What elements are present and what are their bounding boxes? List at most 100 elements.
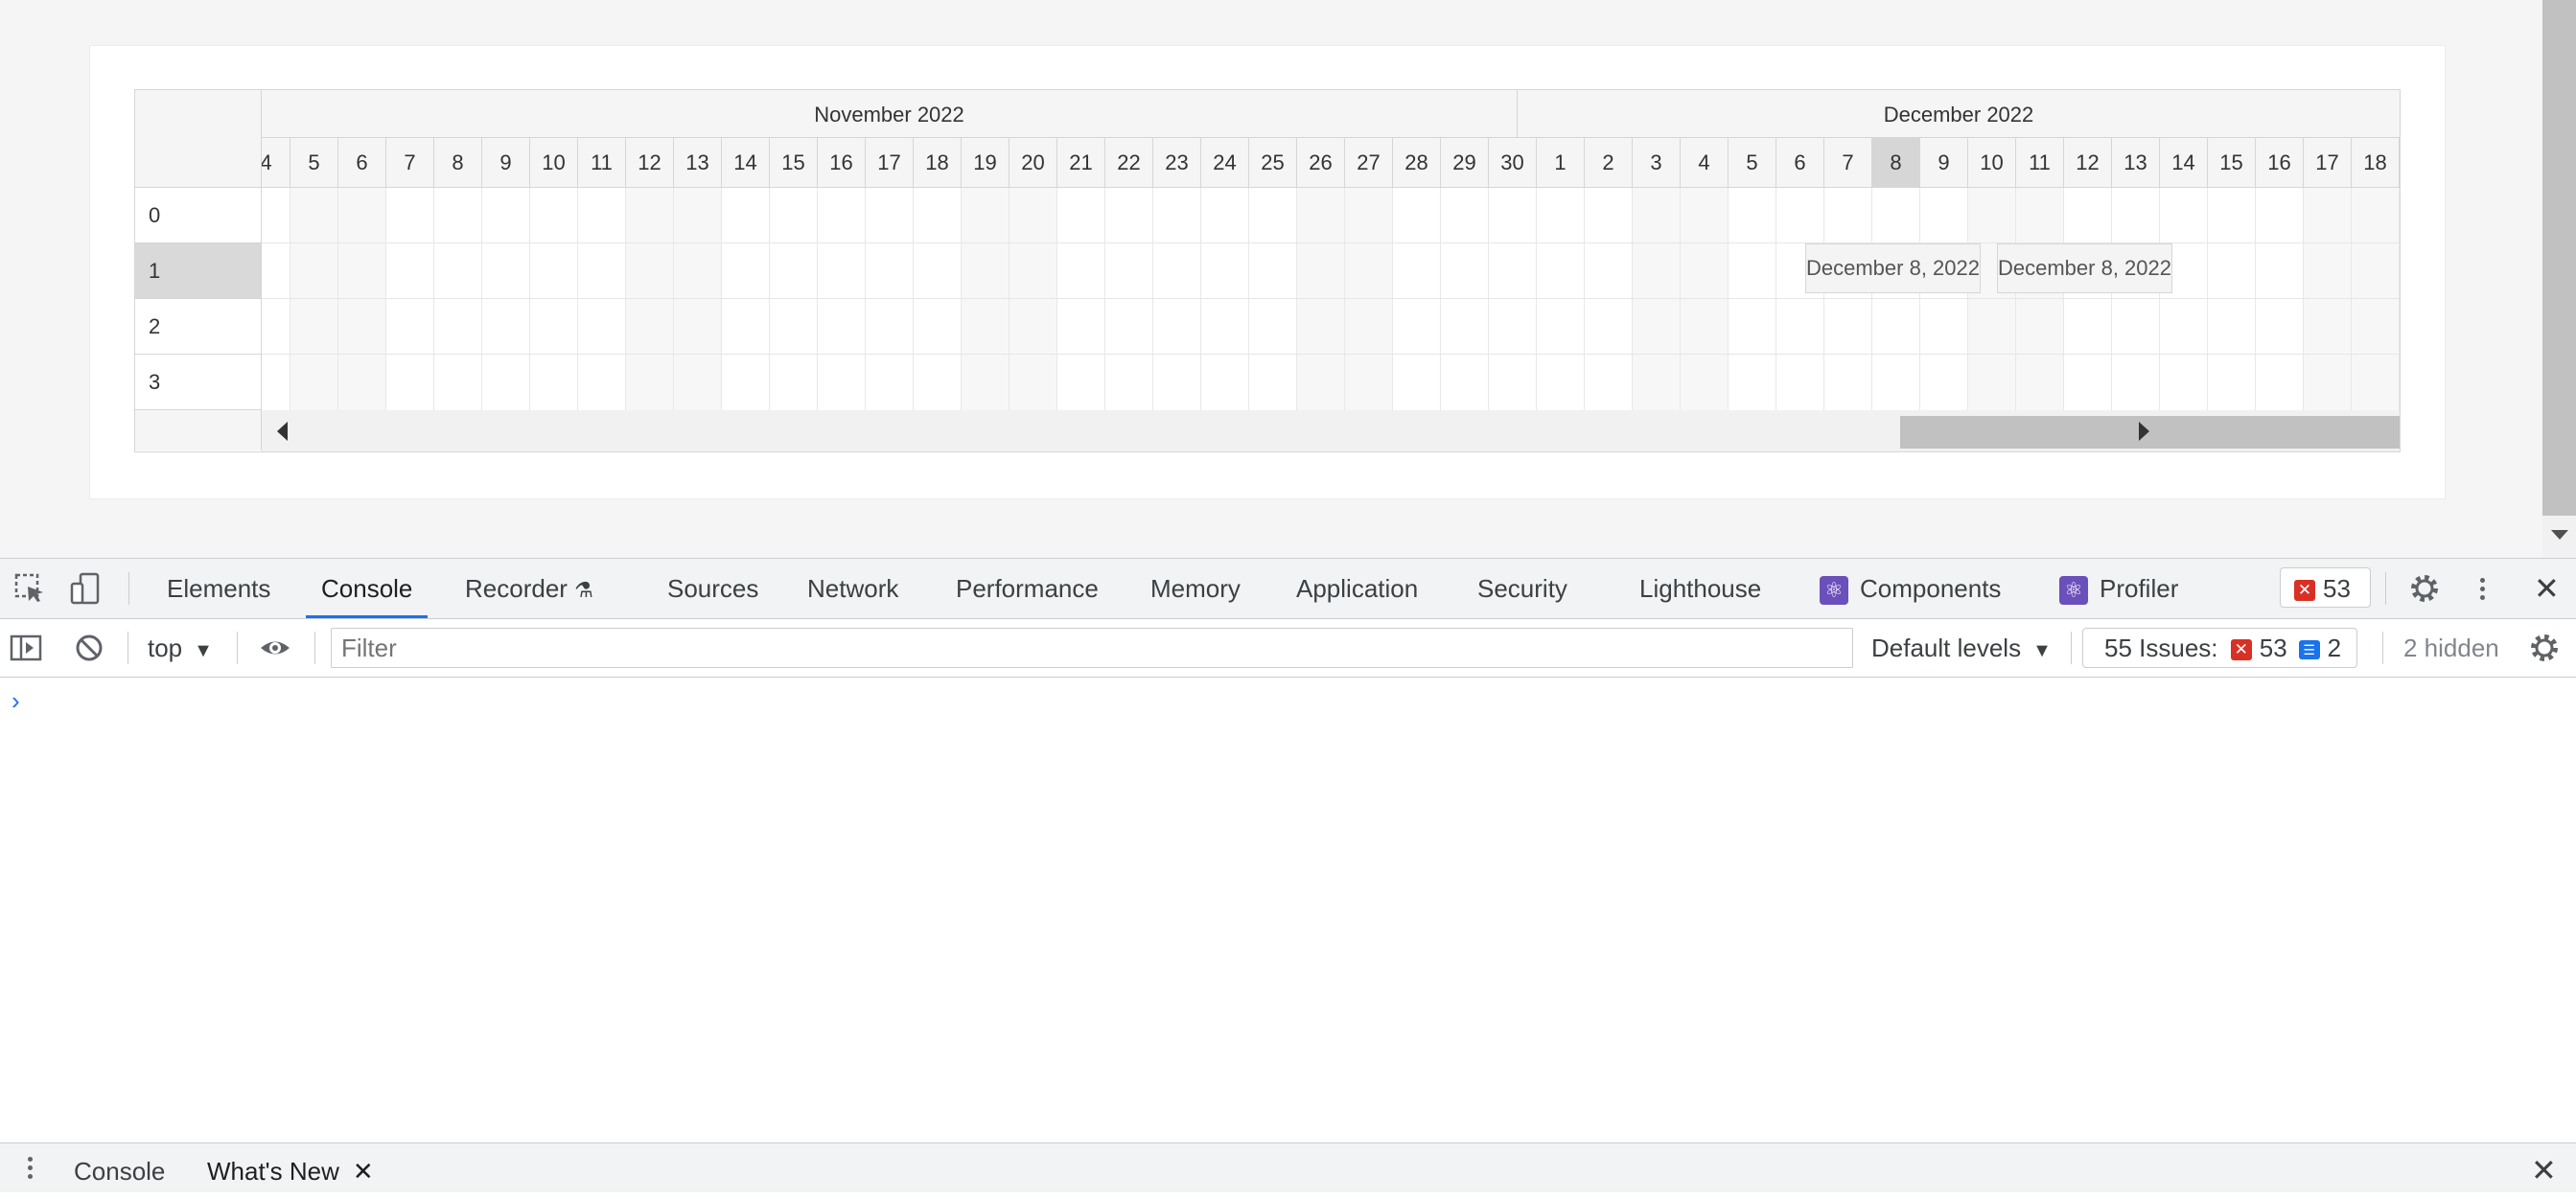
day-column[interactable] bbox=[1010, 188, 1057, 410]
scrollbar-thumb[interactable] bbox=[1900, 416, 2400, 449]
day-column[interactable] bbox=[1153, 188, 1201, 410]
day-column[interactable] bbox=[1824, 188, 1872, 410]
tab-lighthouse[interactable]: Lighthouse bbox=[1639, 559, 1761, 618]
day-column[interactable] bbox=[1249, 188, 1297, 410]
row-header-2[interactable]: 2 bbox=[135, 299, 262, 355]
day-column[interactable] bbox=[1537, 188, 1585, 410]
day-column[interactable] bbox=[626, 188, 674, 410]
clear-console-icon[interactable] bbox=[73, 632, 105, 664]
scroll-left-arrow-icon[interactable] bbox=[277, 422, 288, 441]
row-header-1[interactable]: 1 bbox=[135, 243, 262, 299]
page-vertical-scrollbar[interactable] bbox=[2542, 0, 2576, 558]
row-header-0[interactable]: 0 bbox=[135, 188, 262, 243]
close-drawer-icon[interactable]: ✕ bbox=[2531, 1155, 2557, 1186]
console-settings-gear-icon[interactable] bbox=[2528, 632, 2561, 664]
tab-recorder-label: Recorder bbox=[465, 574, 568, 603]
live-expression-eye-icon[interactable] bbox=[259, 632, 291, 664]
log-levels-dropdown[interactable]: Default levels ▼ bbox=[1871, 619, 2052, 677]
row-divider bbox=[262, 298, 2400, 299]
day-column[interactable] bbox=[578, 188, 626, 410]
drawer-tab-console[interactable]: Console bbox=[74, 1143, 165, 1192]
tab-recorder[interactable]: Recorder ⚗ bbox=[465, 559, 593, 618]
day-column[interactable] bbox=[2064, 188, 2112, 410]
day-column[interactable] bbox=[1345, 188, 1393, 410]
day-column[interactable] bbox=[2160, 188, 2208, 410]
day-header-dec-8: 8 bbox=[1872, 138, 1920, 188]
day-column[interactable] bbox=[2016, 188, 2064, 410]
error-count-badge[interactable]: ✕ 53 bbox=[2280, 567, 2371, 608]
day-column[interactable] bbox=[2352, 188, 2400, 410]
day-column[interactable] bbox=[434, 188, 482, 410]
day-column[interactable] bbox=[2256, 188, 2304, 410]
day-column[interactable] bbox=[1585, 188, 1633, 410]
tab-security[interactable]: Security bbox=[1477, 559, 1567, 618]
tab-console[interactable]: Console bbox=[305, 559, 429, 618]
day-column[interactable] bbox=[866, 188, 914, 410]
inspect-element-icon[interactable] bbox=[13, 572, 46, 605]
day-column[interactable] bbox=[818, 188, 866, 410]
more-options-icon[interactable] bbox=[2475, 574, 2489, 604]
flask-icon: ⚗ bbox=[574, 578, 593, 602]
issues-label: 55 Issues: bbox=[2104, 634, 2218, 662]
day-column[interactable] bbox=[1201, 188, 1249, 410]
close-devtools-icon[interactable]: ✕ bbox=[2534, 573, 2560, 604]
issues-button[interactable]: 55 Issues: ✕ 53 ☰ 2 bbox=[2082, 628, 2357, 668]
settings-gear-icon[interactable] bbox=[2408, 572, 2441, 605]
row-header-3[interactable]: 3 bbox=[135, 355, 262, 410]
day-column[interactable] bbox=[530, 188, 578, 410]
tab-components[interactable]: ⚛ Components bbox=[1820, 559, 2001, 618]
drawer-tab-whats-new[interactable]: What's New ✕ bbox=[207, 1143, 374, 1192]
day-column[interactable] bbox=[1105, 188, 1153, 410]
day-column[interactable] bbox=[1681, 188, 1729, 410]
close-tab-icon[interactable]: ✕ bbox=[353, 1157, 374, 1186]
event-december-8-a[interactable]: December 8, 2022 bbox=[1805, 243, 1981, 293]
page-scrollbar-thumb[interactable] bbox=[2542, 0, 2576, 516]
day-column[interactable] bbox=[1729, 188, 1776, 410]
tab-elements[interactable]: Elements bbox=[167, 559, 270, 618]
day-column[interactable] bbox=[1057, 188, 1105, 410]
day-column[interactable] bbox=[2208, 188, 2256, 410]
day-column[interactable] bbox=[1441, 188, 1489, 410]
scroll-right-arrow-icon[interactable] bbox=[2139, 422, 2149, 441]
filter-input[interactable] bbox=[331, 628, 1853, 668]
day-column[interactable] bbox=[262, 188, 290, 410]
day-column[interactable] bbox=[1633, 188, 1681, 410]
day-column[interactable] bbox=[1297, 188, 1345, 410]
day-column[interactable] bbox=[1920, 188, 1968, 410]
day-column[interactable] bbox=[1489, 188, 1537, 410]
day-column[interactable] bbox=[290, 188, 338, 410]
day-column[interactable] bbox=[2304, 188, 2352, 410]
tab-profiler[interactable]: ⚛ Profiler bbox=[2059, 559, 2178, 618]
day-header-dec-4: 4 bbox=[1681, 138, 1729, 188]
day-column[interactable] bbox=[2112, 188, 2160, 410]
console-prompt[interactable]: › bbox=[12, 686, 20, 716]
drawer-menu-icon[interactable] bbox=[23, 1153, 36, 1183]
day-column[interactable] bbox=[770, 188, 818, 410]
day-column[interactable] bbox=[386, 188, 434, 410]
month-header-november: November 2022 bbox=[262, 90, 1518, 138]
device-toolbar-icon[interactable] bbox=[69, 572, 102, 605]
day-column[interactable] bbox=[722, 188, 770, 410]
context-selector[interactable]: top ▼ bbox=[148, 619, 213, 677]
day-column[interactable] bbox=[674, 188, 722, 410]
separator bbox=[2071, 632, 2072, 664]
show-sidebar-icon[interactable] bbox=[10, 632, 42, 664]
tab-memory[interactable]: Memory bbox=[1150, 559, 1241, 618]
scroll-down-arrow-icon[interactable] bbox=[2551, 530, 2568, 540]
tab-application[interactable]: Application bbox=[1296, 559, 1418, 618]
tab-sources[interactable]: Sources bbox=[667, 559, 758, 618]
day-column[interactable] bbox=[1393, 188, 1441, 410]
day-column[interactable] bbox=[1776, 188, 1824, 410]
tab-performance[interactable]: Performance bbox=[956, 559, 1099, 618]
day-column[interactable] bbox=[338, 188, 386, 410]
tab-network[interactable]: Network bbox=[807, 559, 898, 618]
day-column[interactable] bbox=[482, 188, 530, 410]
horizontal-scrollbar[interactable] bbox=[262, 410, 2400, 451]
event-december-8-b[interactable]: December 8, 2022 bbox=[1997, 243, 2172, 293]
error-icon: ✕ bbox=[2294, 580, 2315, 602]
issues-info-count: 2 bbox=[2327, 634, 2342, 662]
day-column[interactable] bbox=[962, 188, 1010, 410]
day-column[interactable] bbox=[914, 188, 962, 410]
day-column[interactable] bbox=[1872, 188, 1920, 410]
day-column[interactable] bbox=[1968, 188, 2016, 410]
